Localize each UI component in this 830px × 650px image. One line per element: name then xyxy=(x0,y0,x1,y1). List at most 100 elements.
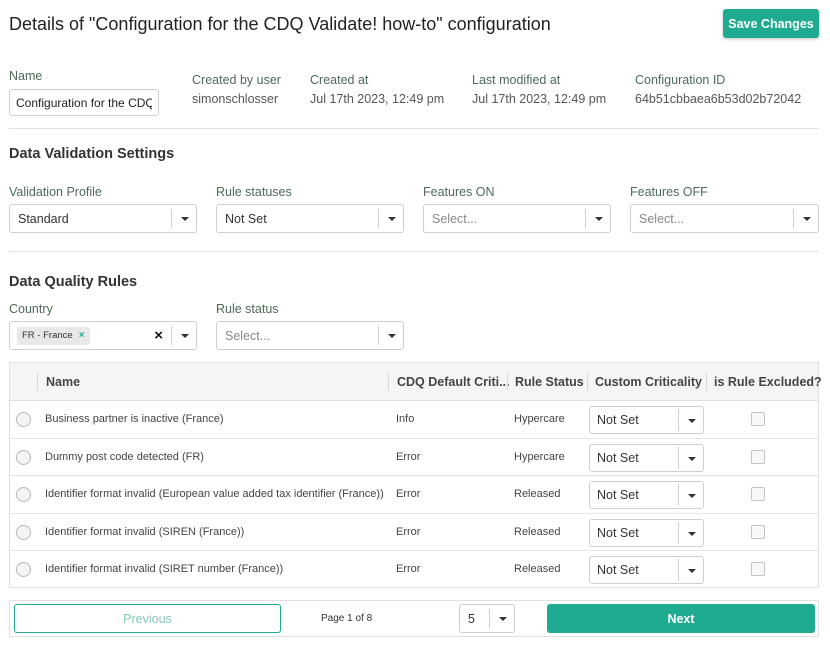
close-icon[interactable]: × xyxy=(154,327,163,344)
rule-name: Identifier format invalid (SIRET number … xyxy=(45,563,284,575)
rule-status-label: Rule status xyxy=(216,302,279,316)
select-divider xyxy=(678,409,679,431)
divider xyxy=(9,128,819,129)
chevron-down-icon[interactable] xyxy=(499,617,507,621)
features-on-placeholder: Select... xyxy=(432,212,478,226)
page-title: Details of "Configuration for the CDQ Va… xyxy=(9,14,551,34)
custom-criticality-select[interactable]: Not Set xyxy=(589,443,704,472)
chevron-down-icon[interactable] xyxy=(688,531,696,536)
select-divider xyxy=(489,609,490,628)
rule-name: Identifier format invalid (SIREN (France… xyxy=(45,525,245,538)
rule-status-select[interactable]: Select... xyxy=(216,321,404,350)
chevron-down-icon[interactable] xyxy=(688,569,696,573)
radio-icon[interactable] xyxy=(16,487,31,502)
save-changes-button[interactable]: Save Changes xyxy=(723,9,819,38)
chevron-down-icon[interactable] xyxy=(688,419,696,423)
custom-criticality-select[interactable]: Not Set xyxy=(589,481,704,509)
custom-criticality-value: Not Set xyxy=(597,563,639,577)
rule-default-criticality: Info xyxy=(396,413,415,425)
column-header-name[interactable]: Name xyxy=(46,375,80,389)
rule-excluded-checkbox[interactable] xyxy=(751,412,765,426)
country-label: Country xyxy=(9,302,53,316)
chip-remove-icon[interactable]: × xyxy=(79,330,85,341)
page-size-select[interactable]: 5 xyxy=(459,604,515,633)
rule-status: Released xyxy=(514,563,561,575)
radio-icon[interactable] xyxy=(16,562,31,577)
created-by-label: Created by user xyxy=(192,73,281,87)
configuration-id-value: 64b51cbbaea6b53d02b72042 xyxy=(635,92,802,106)
rule-excluded-checkbox[interactable] xyxy=(751,524,765,539)
rule-excluded-checkbox[interactable] xyxy=(751,449,765,464)
rule-default-criticality: Error xyxy=(396,450,421,463)
country-chip-label: FR - France xyxy=(22,330,73,341)
rule-status-placeholder: Select... xyxy=(225,329,271,343)
radio-icon[interactable] xyxy=(16,524,31,540)
rule-status: Released xyxy=(514,488,561,500)
rules-table: Name CDQ Default Criti... Rule Status Cu… xyxy=(9,362,822,589)
features-off-select[interactable]: Select... xyxy=(630,204,819,233)
country-select[interactable]: FR - France × × xyxy=(9,321,197,350)
last-modified-value: Jul 17th 2023, 12:49 pm xyxy=(472,92,607,106)
select-divider xyxy=(678,559,679,581)
name-label: Name xyxy=(9,69,43,83)
chevron-down-icon[interactable] xyxy=(388,217,396,221)
rule-name: Business partner is inactive (France) xyxy=(45,413,224,425)
page-info: Page 1 of 8 xyxy=(321,613,373,624)
name-input[interactable] xyxy=(9,89,159,116)
chevron-down-icon[interactable] xyxy=(181,217,189,221)
select-divider xyxy=(793,209,794,228)
page-size-value: 5 xyxy=(468,612,475,626)
created-at-label: Created at xyxy=(310,73,369,87)
column-separator xyxy=(388,373,389,391)
rule-name: Dummy post code detected (FR) xyxy=(45,450,204,463)
rule-status: Released xyxy=(514,525,561,538)
select-divider xyxy=(678,484,679,506)
custom-criticality-select[interactable]: Not Set xyxy=(589,406,704,434)
rule-statuses-value: Not Set xyxy=(225,212,267,226)
column-header-custom-criticality[interactable]: Custom Criticality xyxy=(595,375,702,389)
chevron-down-icon[interactable] xyxy=(803,217,811,221)
custom-criticality-value: Not Set xyxy=(597,488,639,502)
chevron-down-icon[interactable] xyxy=(595,217,603,221)
column-separator xyxy=(37,373,38,391)
features-off-label: Features OFF xyxy=(630,185,708,199)
select-divider xyxy=(171,326,172,345)
chevron-down-icon[interactable] xyxy=(688,456,696,461)
validation-profile-select[interactable]: Standard xyxy=(9,204,197,233)
table-row[interactable]: Identifier format invalid (SIRET number … xyxy=(10,551,818,589)
features-on-select[interactable]: Select... xyxy=(423,204,611,233)
chevron-down-icon[interactable] xyxy=(181,334,189,338)
select-divider xyxy=(678,446,679,469)
rule-excluded-checkbox[interactable] xyxy=(751,562,765,576)
custom-criticality-select[interactable]: Not Set xyxy=(589,556,704,584)
chevron-down-icon[interactable] xyxy=(688,494,696,498)
previous-button[interactable]: Previous xyxy=(14,604,281,633)
rule-excluded-checkbox[interactable] xyxy=(751,487,765,501)
rule-default-criticality: Error xyxy=(396,525,421,538)
custom-criticality-value: Not Set xyxy=(597,525,639,540)
column-header-rule-status[interactable]: Rule Status xyxy=(515,375,584,389)
select-divider xyxy=(378,209,379,228)
chevron-down-icon[interactable] xyxy=(388,334,396,338)
rule-statuses-select[interactable]: Not Set xyxy=(216,204,404,233)
next-button[interactable]: Next xyxy=(547,604,815,633)
column-header-default-criticality[interactable]: CDQ Default Criti... xyxy=(397,375,510,389)
column-separator xyxy=(587,373,588,391)
select-divider xyxy=(171,209,172,228)
table-row[interactable]: Identifier format invalid (European valu… xyxy=(10,476,818,514)
table-row[interactable]: Identifier format invalid (SIREN (France… xyxy=(10,514,818,551)
radio-icon[interactable] xyxy=(16,449,31,465)
custom-criticality-select[interactable]: Not Set xyxy=(589,518,704,547)
radio-icon[interactable] xyxy=(16,412,31,427)
table-row[interactable]: Dummy post code detected (FR) Error Hype… xyxy=(10,439,818,476)
table-row[interactable]: Business partner is inactive (France) In… xyxy=(10,401,818,439)
validation-profile-label: Validation Profile xyxy=(9,185,102,199)
rule-status: Hypercare xyxy=(514,413,565,425)
custom-criticality-value: Not Set xyxy=(597,413,639,427)
created-at-value: Jul 17th 2023, 12:49 pm xyxy=(310,92,445,106)
configuration-id-label: Configuration ID xyxy=(635,73,726,87)
column-header-rule-excluded[interactable]: is Rule Excluded? xyxy=(714,375,822,389)
rule-status: Hypercare xyxy=(514,450,565,463)
rule-statuses-label: Rule statuses xyxy=(216,185,292,199)
pagination-bar: Previous Page 1 of 8 5 Next xyxy=(9,600,819,637)
